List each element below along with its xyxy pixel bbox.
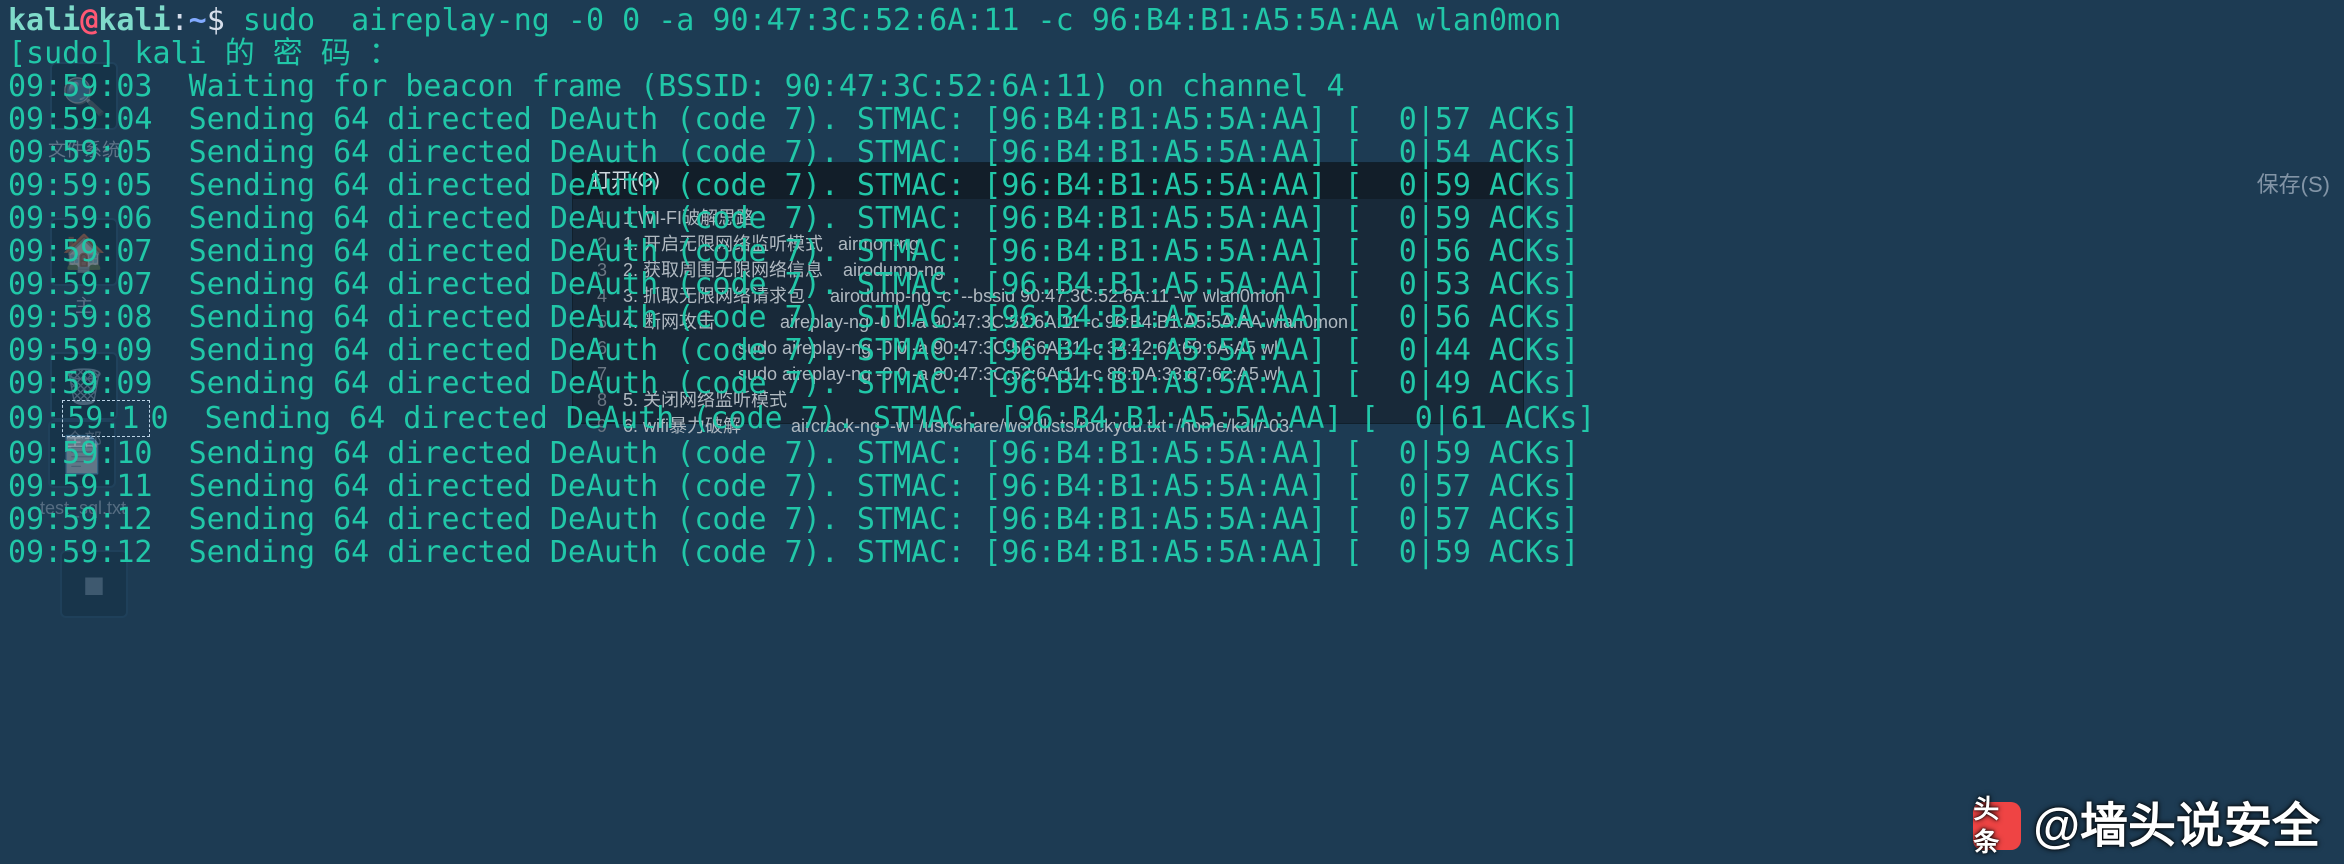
watermark-text: @墙头说安全 — [2033, 810, 2320, 843]
watermark: 头条 @墙头说安全 — [1973, 802, 2320, 850]
watermark-logo-icon: 头条 — [1973, 802, 2021, 850]
terminal[interactable]: kali@kali:~$ sudo aireplay-ng -0 0 -a 90… — [0, 0, 2344, 864]
